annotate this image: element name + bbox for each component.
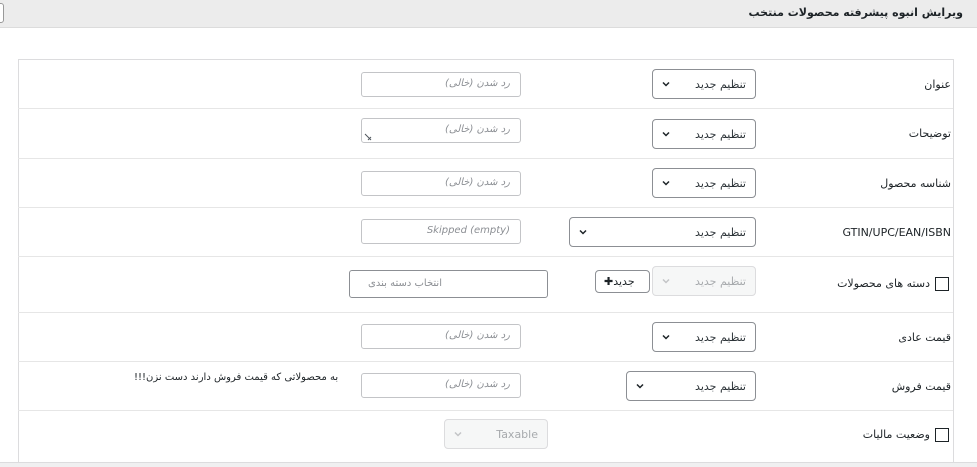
- new-category-button[interactable]: ✚جدید: [595, 270, 650, 293]
- input-placeholder: انتخاب دسته بندی: [368, 278, 442, 289]
- categories-checkbox[interactable]: [935, 277, 949, 291]
- row-divider: [18, 312, 953, 313]
- sale-price-mode-select[interactable]: تنظیم جدید: [626, 371, 756, 401]
- chevron-down-icon: [662, 334, 670, 340]
- sku-label: شناسه محصول: [880, 177, 951, 190]
- input-placeholder: رد شدن (خالی): [444, 379, 510, 390]
- select-value: تنظیم جدید: [695, 380, 746, 393]
- chevron-down-icon: [662, 180, 670, 186]
- row-divider: [18, 158, 953, 159]
- tax-status-select[interactable]: Taxable: [444, 419, 548, 449]
- input-placeholder: Skipped (empty): [426, 225, 510, 236]
- regular-price-label: قیمت عادی: [898, 331, 951, 344]
- sku-input[interactable]: رد شدن (خالی): [361, 171, 521, 196]
- select-value: تنظیم جدید: [695, 331, 746, 344]
- chevron-down-icon: [636, 383, 644, 389]
- plus-icon: ✚: [604, 275, 614, 288]
- description-mode-select[interactable]: تنظیم جدید: [652, 119, 756, 149]
- modal-title: ویرایش انبوه پیشرفته محصولات منتخب: [748, 6, 963, 19]
- title-input[interactable]: رد شدن (خالی): [361, 72, 521, 97]
- row-divider: [18, 256, 953, 257]
- sale-price-note: به محصولاتی که قیمت فروش دارند دست نزن!!…: [134, 372, 339, 383]
- description-textarea[interactable]: رد شدن (خالی): [361, 118, 521, 143]
- gtin-mode-select[interactable]: تنظیم جدید: [569, 217, 756, 247]
- title-mode-select[interactable]: تنظیم جدید: [652, 69, 756, 99]
- regular-price-mode-select[interactable]: تنظیم جدید: [652, 322, 756, 352]
- chevron-down-icon: [454, 431, 462, 437]
- tax-status-checkbox[interactable]: [935, 428, 949, 442]
- regular-price-input[interactable]: رد شدن (خالی): [361, 324, 521, 349]
- header-edge: [0, 3, 4, 23]
- select-value: تنظیم جدید: [695, 275, 746, 288]
- row-divider: [18, 410, 953, 411]
- input-placeholder: رد شدن (خالی): [444, 78, 510, 89]
- sku-mode-select[interactable]: تنظیم جدید: [652, 168, 756, 198]
- select-value: تنظیم جدید: [695, 177, 746, 190]
- gtin-input[interactable]: Skipped (empty): [361, 219, 521, 244]
- row-divider: [18, 361, 953, 362]
- input-placeholder: رد شدن (خالی): [444, 124, 510, 135]
- modal-header: ویرایش انبوه پیشرفته محصولات منتخب: [0, 0, 977, 28]
- new-button-label: ✚جدید: [604, 275, 635, 288]
- tax-status-label: وضعیت مالیات: [862, 428, 930, 441]
- select-value: تنظیم جدید: [695, 226, 746, 239]
- select-value: تنظیم جدید: [695, 78, 746, 91]
- category-search-input[interactable]: انتخاب دسته بندی: [349, 270, 548, 298]
- gtin-label: GTIN/UPC/EAN/ISBN: [842, 226, 951, 239]
- input-placeholder: رد شدن (خالی): [444, 177, 510, 188]
- description-label: توضیحات: [908, 127, 951, 140]
- panel-bottom-edge: [0, 462, 977, 467]
- chevron-down-icon: [579, 229, 587, 235]
- chevron-down-icon: [662, 81, 670, 87]
- row-divider: [18, 108, 953, 109]
- title-label: عنوان: [924, 78, 951, 91]
- chevron-down-icon: [662, 278, 670, 284]
- input-placeholder: رد شدن (خالی): [444, 330, 510, 341]
- sale-price-label: قیمت فروش: [891, 380, 951, 393]
- row-divider: [18, 207, 953, 208]
- resize-handle-icon[interactable]: [364, 133, 372, 141]
- select-value: Taxable: [496, 428, 538, 441]
- categories-mode-select[interactable]: تنظیم جدید: [652, 266, 756, 296]
- chevron-down-icon: [662, 131, 670, 137]
- select-value: تنظیم جدید: [695, 128, 746, 141]
- categories-label: دسته های محصولات: [837, 277, 930, 290]
- sale-price-input[interactable]: رد شدن (خالی): [361, 373, 521, 398]
